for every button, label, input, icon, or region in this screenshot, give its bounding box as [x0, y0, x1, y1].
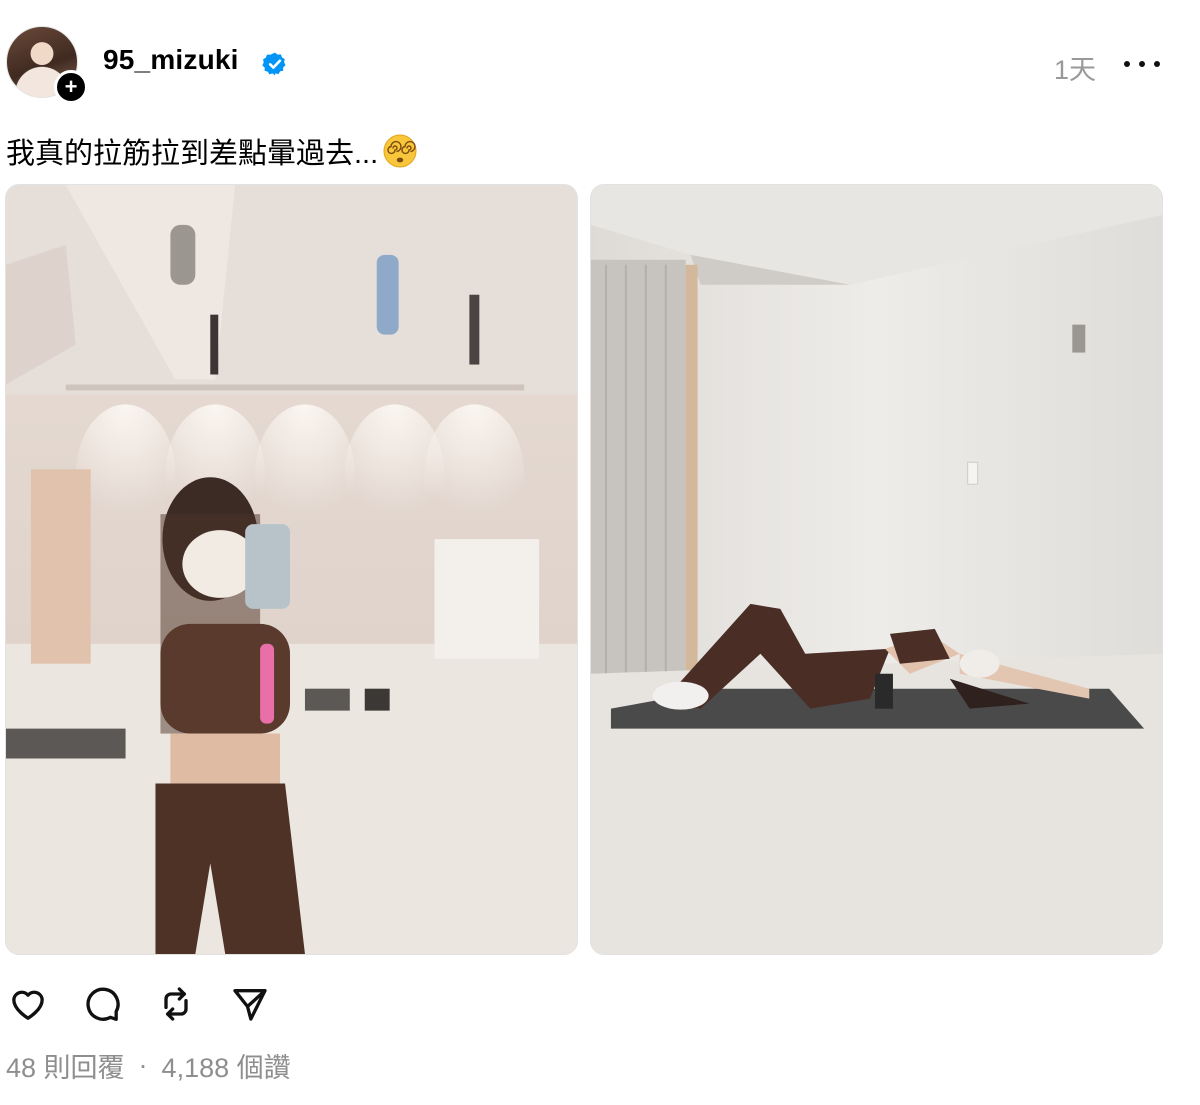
- backbend-stretch-on-mat-photo: [591, 185, 1162, 954]
- send-icon[interactable]: [228, 982, 272, 1026]
- gym-mirror-selfie-photo: [6, 185, 577, 954]
- post-image-2[interactable]: [590, 184, 1163, 955]
- stats-separator: ·: [138, 1050, 148, 1080]
- face-with-spiral-eyes-emoji: [383, 134, 417, 168]
- reply-count[interactable]: 48 則回覆: [6, 1046, 125, 1085]
- more-options-icon[interactable]: [1124, 50, 1160, 78]
- heart-icon[interactable]: [6, 982, 50, 1026]
- post-timestamp: 1天: [1054, 55, 1097, 85]
- author-avatar[interactable]: +: [6, 26, 88, 104]
- like-count[interactable]: 4,188 個讚: [162, 1046, 291, 1085]
- threads-post: + 95_mizuki 1天 我真的拉筋拉到差點暈過去... 48 則回覆 · …: [0, 0, 1200, 1105]
- author-username[interactable]: 95_mizuki: [103, 44, 239, 76]
- comment-bubble-icon[interactable]: [80, 982, 124, 1026]
- caption-text: 我真的拉筋拉到差點暈過去...: [6, 138, 379, 170]
- repost-icon[interactable]: [154, 982, 198, 1026]
- post-stats: 48 則回覆 · 4,188 個讚: [6, 1046, 291, 1085]
- verified-badge-icon: [262, 52, 286, 76]
- follow-plus-icon[interactable]: +: [54, 70, 88, 104]
- post-caption: 我真的拉筋拉到差點暈過去...: [6, 130, 418, 172]
- post-image-1[interactable]: [5, 184, 578, 955]
- post-actions: [6, 982, 272, 1026]
